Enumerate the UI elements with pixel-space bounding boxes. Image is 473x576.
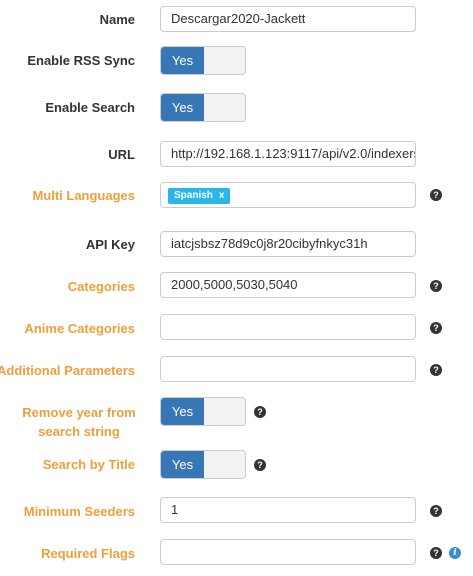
rss-sync-yes: Yes	[161, 47, 204, 74]
required-flags-label: Required Flags	[41, 546, 135, 561]
enable-search-toggle[interactable]: Yes	[160, 93, 246, 122]
remove-year-yes: Yes	[161, 398, 204, 425]
anime-categories-label: Anime Categories	[24, 321, 135, 336]
search-by-title-yes: Yes	[161, 451, 204, 478]
help-icon[interactable]: ?	[254, 406, 266, 418]
remove-tag-icon[interactable]: x	[219, 190, 225, 201]
required-flags-input[interactable]	[160, 539, 416, 565]
name-input[interactable]: Descargar2020-Jackett	[160, 6, 416, 32]
language-tag-label: Spanish	[174, 190, 213, 201]
help-icon[interactable]: ?	[430, 322, 442, 334]
categories-label: Categories	[67, 279, 135, 294]
help-icon[interactable]: ?	[430, 547, 442, 559]
url-label: URL	[108, 147, 135, 162]
search-by-title-label: Search by Title	[42, 457, 135, 472]
search-by-title-toggle[interactable]: Yes	[160, 450, 246, 479]
help-icon[interactable]: ?	[430, 189, 442, 201]
help-icon[interactable]: ?	[430, 280, 442, 292]
minimum-seeders-input[interactable]: 1	[160, 497, 416, 523]
info-icon[interactable]: i	[449, 547, 461, 559]
url-input[interactable]: http://192.168.1.123:9117/api/v2.0/index…	[160, 141, 416, 167]
help-icon[interactable]: ?	[430, 364, 442, 376]
multi-languages-label: Multi Languages	[32, 188, 135, 203]
enable-search-label: Enable Search	[45, 100, 135, 115]
minimum-seeders-label: Minimum Seeders	[23, 504, 135, 519]
api-key-input[interactable]: iatcjsbsz78d9c0j8r20cibyfnkyc31h	[160, 231, 416, 257]
additional-parameters-input[interactable]	[160, 356, 416, 382]
api-key-label: API Key	[85, 237, 135, 252]
enable-search-yes: Yes	[161, 94, 204, 121]
categories-input[interactable]: 2000,5000,5030,5040	[160, 272, 416, 298]
name-label: Name	[99, 12, 135, 27]
help-icon[interactable]: ?	[430, 505, 442, 517]
rss-sync-toggle[interactable]: Yes	[160, 46, 246, 75]
anime-categories-input[interactable]	[160, 314, 416, 340]
multi-languages-input[interactable]: Spanish x	[160, 182, 416, 208]
language-tag-spanish: Spanish x	[168, 188, 231, 204]
rss-sync-label: Enable RSS Sync	[27, 53, 135, 68]
additional-parameters-label: Additional Parameters	[0, 363, 135, 378]
remove-year-toggle[interactable]: Yes	[160, 397, 246, 426]
remove-year-label: Remove year from search string	[22, 405, 136, 439]
help-icon[interactable]: ?	[254, 459, 266, 471]
